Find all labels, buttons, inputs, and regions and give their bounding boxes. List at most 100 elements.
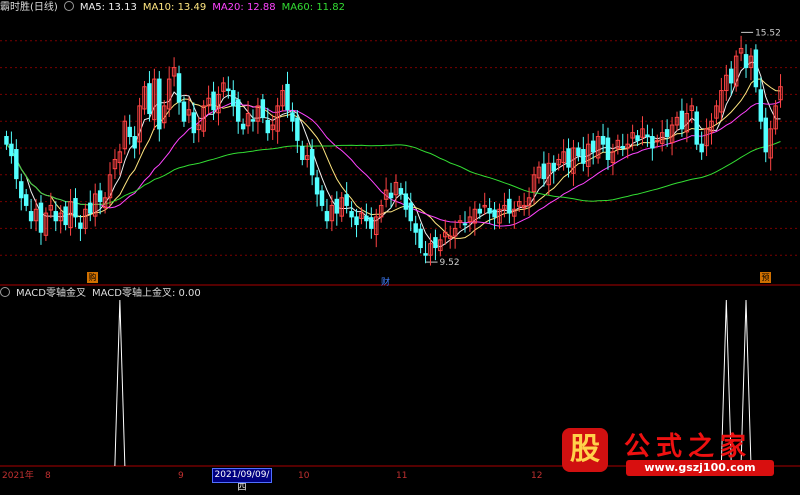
candle-body [576, 147, 581, 157]
candle-body [240, 123, 246, 130]
candle-body [487, 207, 492, 214]
candle-body [423, 253, 428, 256]
candle-body [235, 99, 241, 122]
candle-body [590, 140, 596, 153]
candle-body [319, 190, 325, 206]
candle-body [477, 208, 483, 214]
candle-body [226, 88, 231, 92]
logo-text: 公式之家 [624, 432, 753, 462]
candle-body [324, 211, 330, 222]
ma-line-ma10 [6, 78, 781, 239]
candle-body [349, 211, 354, 218]
candle-body [679, 110, 685, 130]
candle-body [19, 181, 24, 199]
candle-body [635, 135, 640, 141]
candle-body [334, 198, 340, 214]
candle-body [551, 162, 556, 172]
candle-body [211, 91, 216, 111]
candle-body [181, 101, 187, 122]
candle-body [309, 149, 315, 176]
high-price-label: 15.52 [755, 28, 781, 38]
candle-body [344, 194, 349, 206]
candle-body [290, 112, 295, 122]
candle-body [73, 198, 78, 218]
candle-body [28, 211, 34, 222]
candle-body [729, 68, 734, 84]
candle-body [403, 193, 409, 210]
candle-body [605, 137, 611, 160]
ma-line-ma60 [6, 141, 781, 206]
candle-body [408, 202, 413, 222]
candle-body [23, 194, 29, 206]
ma-line-ma5 [6, 61, 781, 248]
candle-body [53, 211, 58, 222]
candle-body [566, 148, 571, 168]
candle-body [97, 190, 103, 203]
candle-body [191, 112, 197, 134]
candle-body [645, 134, 650, 138]
candle-body [147, 83, 152, 115]
candle-body [157, 78, 162, 130]
candle-body [265, 119, 271, 134]
candle-body [758, 89, 764, 122]
axis-label-oct: 10 [298, 471, 310, 481]
candle-body [4, 136, 9, 145]
candle-body [78, 222, 83, 229]
kline-chart[interactable]: 15.52 9.52 [0, 0, 800, 484]
axis-label-aug: 8 [45, 471, 51, 481]
candle-body [433, 237, 438, 249]
site-logo: 股 公式之家 www.gszj100.com [556, 426, 784, 480]
candle-body [743, 54, 749, 69]
candle-body [132, 136, 137, 149]
candle-body [492, 209, 497, 218]
candle-body [176, 73, 182, 103]
candle-body [763, 117, 768, 153]
candle-body [127, 126, 132, 138]
candle-body [285, 83, 290, 111]
candle-body [413, 223, 418, 233]
candle-body [753, 49, 759, 88]
candle-body [9, 143, 14, 157]
logo-stock-icon: 股 [562, 428, 608, 472]
candle-body [398, 188, 404, 195]
event-marker-cai[interactable]: 财 [381, 275, 390, 288]
candle-body [581, 149, 586, 164]
candle-body [63, 206, 68, 226]
axis-label-year: 2021年 [2, 471, 34, 481]
candle-body [650, 136, 655, 149]
candle-body [295, 117, 300, 141]
candle-body [231, 90, 236, 107]
candle-body [388, 192, 394, 199]
candle-body [507, 198, 512, 214]
candle-body [541, 163, 547, 180]
event-marker-yu[interactable]: 预 [760, 272, 771, 283]
axis-label-nov: 11 [396, 471, 408, 481]
candle-body [88, 202, 93, 214]
macd-signal-spike [114, 299, 126, 467]
candle-body [314, 177, 320, 195]
candle-body [369, 217, 374, 229]
candle-body [664, 129, 670, 138]
candle-body [250, 119, 256, 122]
candle-body [354, 216, 359, 226]
ma-line-ma20 [6, 101, 781, 227]
axis-label-dec: 12 [531, 471, 543, 481]
event-marker-gou[interactable]: 购 [87, 272, 98, 283]
candle-body [418, 228, 423, 249]
logo-url: www.gszj100.com [626, 460, 774, 476]
candle-body [38, 202, 44, 233]
candle-body [14, 149, 19, 180]
grid-lines [0, 40, 800, 467]
candle-body [462, 223, 468, 226]
candle-body [620, 145, 625, 149]
axis-label-sep: 9 [178, 471, 184, 481]
candle-body [364, 215, 369, 222]
low-price-label: 9.52 [440, 258, 460, 268]
cursor-date-box: 2021/09/09/四 [212, 468, 272, 493]
candle-body [300, 145, 305, 160]
candle-body [600, 136, 606, 145]
candle-body [260, 99, 266, 118]
candle-body [699, 143, 704, 153]
candlestick-series [4, 35, 783, 266]
candle-body [694, 111, 699, 145]
